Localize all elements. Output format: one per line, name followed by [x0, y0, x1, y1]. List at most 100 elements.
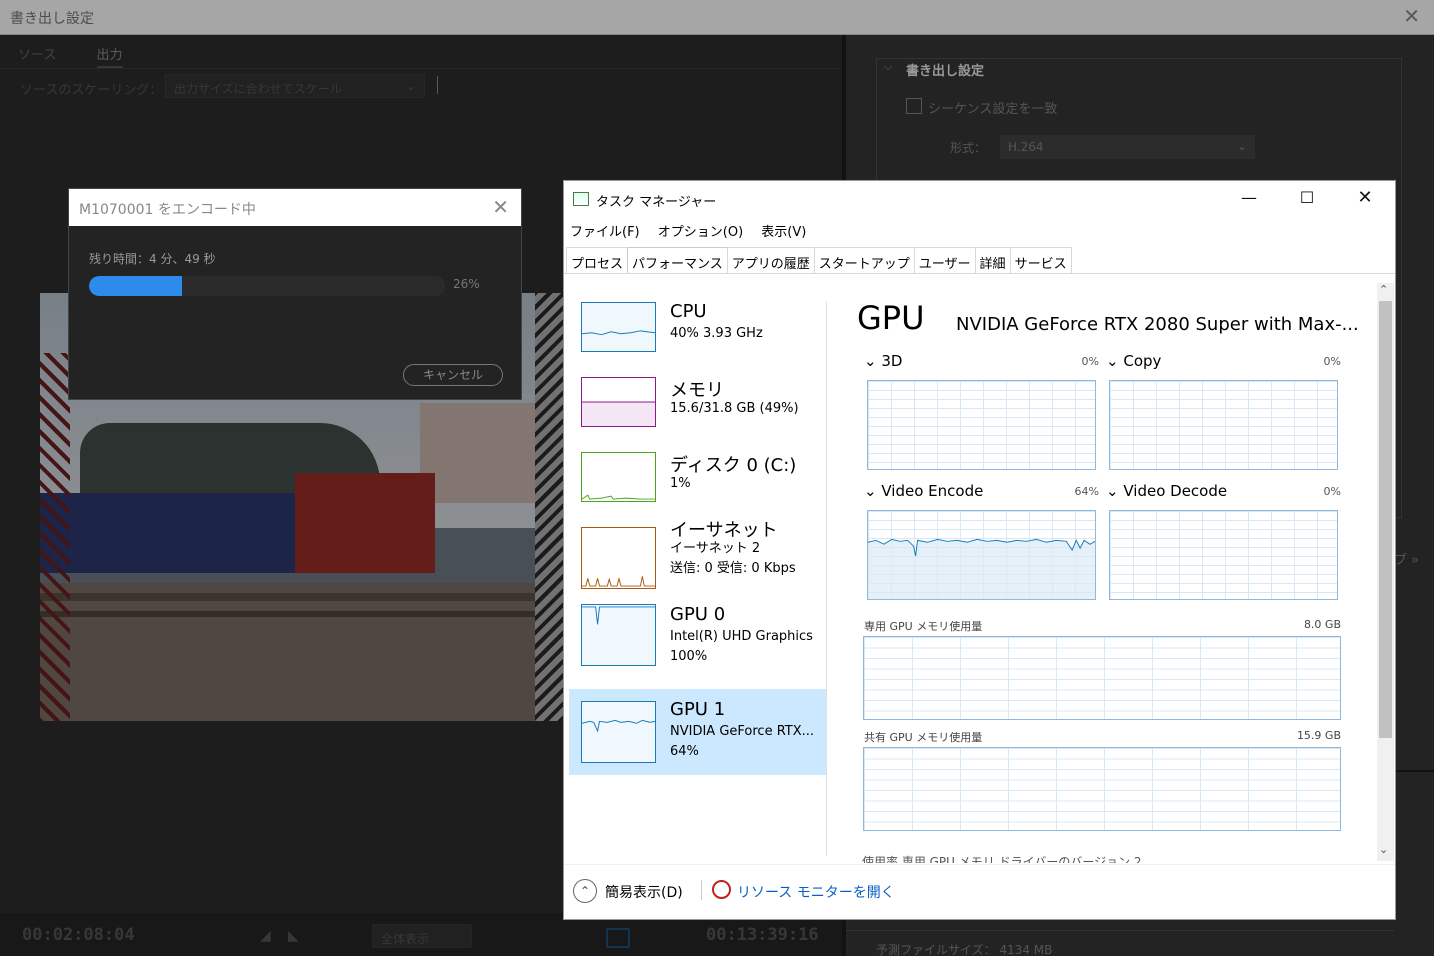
pane-divider [826, 301, 827, 856]
menu-options[interactable]: オプション(O) [658, 225, 743, 240]
stats-row-cutoff: 使用率 専用 GPU メモリ ドライバーのバージョン 2 [862, 855, 1142, 863]
chevron-down-icon: ⌄ [864, 482, 877, 500]
chevron-down-icon: ⌄ [1106, 352, 1119, 370]
resource-detail: Intel(R) UHD Graphics [670, 629, 813, 644]
engine-graph-3d [867, 380, 1096, 470]
tab-processes[interactable]: プロセス [566, 247, 629, 273]
task-manager-app-icon [573, 192, 589, 206]
resource-item-disk[interactable]: ディスク 0 (C:) 1% [569, 441, 827, 527]
format-select[interactable]: H.264 ⌄ [1000, 135, 1255, 159]
dedicated-memory-value: 8.0 GB [1303, 618, 1341, 631]
chevron-down-icon: ⌄ [1236, 139, 1247, 153]
resource-detail: 1% [670, 476, 691, 491]
resource-detail: NVIDIA GeForce RTX... [670, 724, 815, 739]
engine-selector-video-decode[interactable]: ⌄ Video Decode [1106, 482, 1227, 500]
match-sequence-label: シーケンス設定を一致 [928, 102, 1058, 117]
shared-memory-label: 共有 GPU メモリ使用量 [864, 731, 983, 744]
collapse-chevron-icon[interactable]: ⌵ [884, 60, 892, 74]
scroll-up-icon[interactable]: ⌃ [1379, 283, 1388, 296]
resource-name: GPU 0 [670, 604, 726, 625]
estimated-file-size: 予測ファイルサイズ： 4134 MB [876, 943, 1053, 956]
engine-graph-video-decode [1109, 510, 1338, 600]
gpu1-mini-graph [581, 701, 656, 763]
engine-percent: 0% [1323, 355, 1341, 368]
scrollbar-thumb[interactable] [1379, 301, 1392, 738]
engine-selector-video-encode[interactable]: ⌄ Video Encode [864, 482, 983, 500]
open-resource-monitor-link[interactable]: リソース モニターを開く [737, 882, 895, 902]
tab-services[interactable]: サービス [1009, 247, 1072, 273]
engine-label: Copy [1123, 352, 1162, 370]
resource-item-cpu[interactable]: CPU 40% 3.93 GHz [569, 291, 827, 377]
dedicated-memory-label: 専用 GPU メモリ使用量 [864, 620, 983, 633]
shared-memory-value: 15.9 GB [1296, 729, 1341, 742]
tab-app-history[interactable]: アプリの履歴 [726, 247, 815, 273]
engine-graph-copy [1109, 380, 1338, 470]
fewer-details-link[interactable]: 簡易表示(D) [605, 882, 683, 902]
cpu-mini-graph [581, 302, 656, 352]
footer-divider [564, 864, 1395, 865]
footer-separator [701, 880, 702, 900]
task-manager-title: タスク マネージャー [596, 195, 717, 210]
gpu-model-name: NVIDIA GeForce RTX 2080 Super with Max-.… [956, 314, 1359, 335]
resource-detail: イーサネット 2 [670, 541, 761, 556]
maximize-icon[interactable]: ☐ [1284, 185, 1330, 211]
engine-label: 3D [881, 352, 903, 370]
engine-selector-copy[interactable]: ⌄ Copy [1106, 352, 1161, 370]
engine-percent: 0% [1323, 485, 1341, 498]
format-value: H.264 [1008, 140, 1044, 154]
menu-view[interactable]: 表示(V) [761, 225, 806, 240]
tab-users[interactable]: ユーザー [913, 247, 976, 273]
encode-progress-fill [89, 276, 182, 296]
resource-name: CPU [670, 301, 707, 322]
resource-item-gpu1[interactable]: GPU 1 NVIDIA GeForce RTX... 64% [569, 689, 827, 775]
resource-detail-2: 64% [670, 744, 699, 759]
tab-performance[interactable]: パフォーマンス [627, 247, 728, 274]
engine-selector-3d[interactable]: ⌄ 3D [864, 352, 902, 370]
resource-item-ethernet[interactable]: イーサネット イーサネット 2 送信: 0 受信: 0 Kbps [569, 516, 827, 602]
export-settings-title: 書き出し設定 [906, 64, 985, 79]
resource-item-gpu0[interactable]: GPU 0 Intel(R) UHD Graphics 100% [569, 604, 827, 690]
resource-detail: 40% 3.93 GHz [670, 326, 763, 341]
tab-startup[interactable]: スタートアップ [813, 247, 915, 273]
engine-percent: 64% [1074, 485, 1099, 498]
cancel-button[interactable]: キャンセル [403, 364, 503, 386]
memory-mini-graph [581, 377, 656, 427]
engine-graph-video-encode [867, 510, 1096, 600]
tab-underline [564, 273, 1395, 274]
encode-dialog: M1070001 をエンコード中 ✕ 残り時間：4 分、49 秒 26% キャン… [68, 188, 522, 400]
scroll-down-icon[interactable]: ⌄ [1379, 843, 1388, 856]
resource-detail-2: 送信: 0 受信: 0 Kbps [670, 561, 796, 576]
format-label: 形式： [950, 141, 987, 155]
chevron-up-icon[interactable]: ⌃ [573, 879, 597, 903]
task-manager-tabs: プロセス パフォーマンス アプリの履歴 スタートアップ ユーザー 詳細 サービス [566, 247, 1072, 274]
encode-percent: 26% [453, 277, 480, 291]
gpu0-mini-graph [581, 604, 656, 666]
encode-dialog-titlebar: M1070001 をエンコード中 ✕ [69, 189, 521, 226]
disk-mini-graph [581, 452, 656, 502]
resource-monitor-icon[interactable] [712, 880, 731, 899]
shared-memory-graph [863, 747, 1341, 831]
tab-details[interactable]: 詳細 [974, 247, 1011, 273]
remaining-time: 残り時間：4 分、49 秒 [89, 252, 216, 266]
chevron-down-icon: ⌄ [1106, 482, 1119, 500]
panel-separator-bottom [846, 930, 1394, 931]
resource-detail: 15.6/31.8 GB (49%) [670, 401, 799, 416]
task-manager-titlebar: タスク マネージャー — ☐ ✕ [564, 181, 1395, 216]
encode-progress-bar [89, 276, 445, 296]
chevron-down-icon: ⌄ [864, 352, 877, 370]
match-sequence-checkbox[interactable] [906, 98, 922, 114]
ethernet-mini-graph [581, 527, 656, 589]
engine-label: Video Encode [881, 482, 984, 500]
resource-name: GPU 1 [670, 699, 726, 720]
minimize-icon[interactable]: — [1226, 185, 1272, 211]
task-manager-window: タスク マネージャー — ☐ ✕ ファイル(F) オプション(O) 表示(V) … [563, 180, 1396, 920]
menu-file[interactable]: ファイル(F) [570, 225, 640, 240]
side-panel-label[interactable]: ブ » [1394, 549, 1419, 568]
dedicated-memory-graph [863, 636, 1341, 720]
resource-item-memory[interactable]: メモリ 15.6/31.8 GB (49%) [569, 366, 827, 452]
panel-separator [1396, 770, 1434, 772]
encode-dialog-title: M1070001 をエンコード中 [79, 202, 256, 218]
close-icon[interactable]: ✕ [492, 195, 509, 219]
menu-bar: ファイル(F) オプション(O) 表示(V) [570, 221, 820, 240]
close-icon[interactable]: ✕ [1342, 185, 1388, 211]
